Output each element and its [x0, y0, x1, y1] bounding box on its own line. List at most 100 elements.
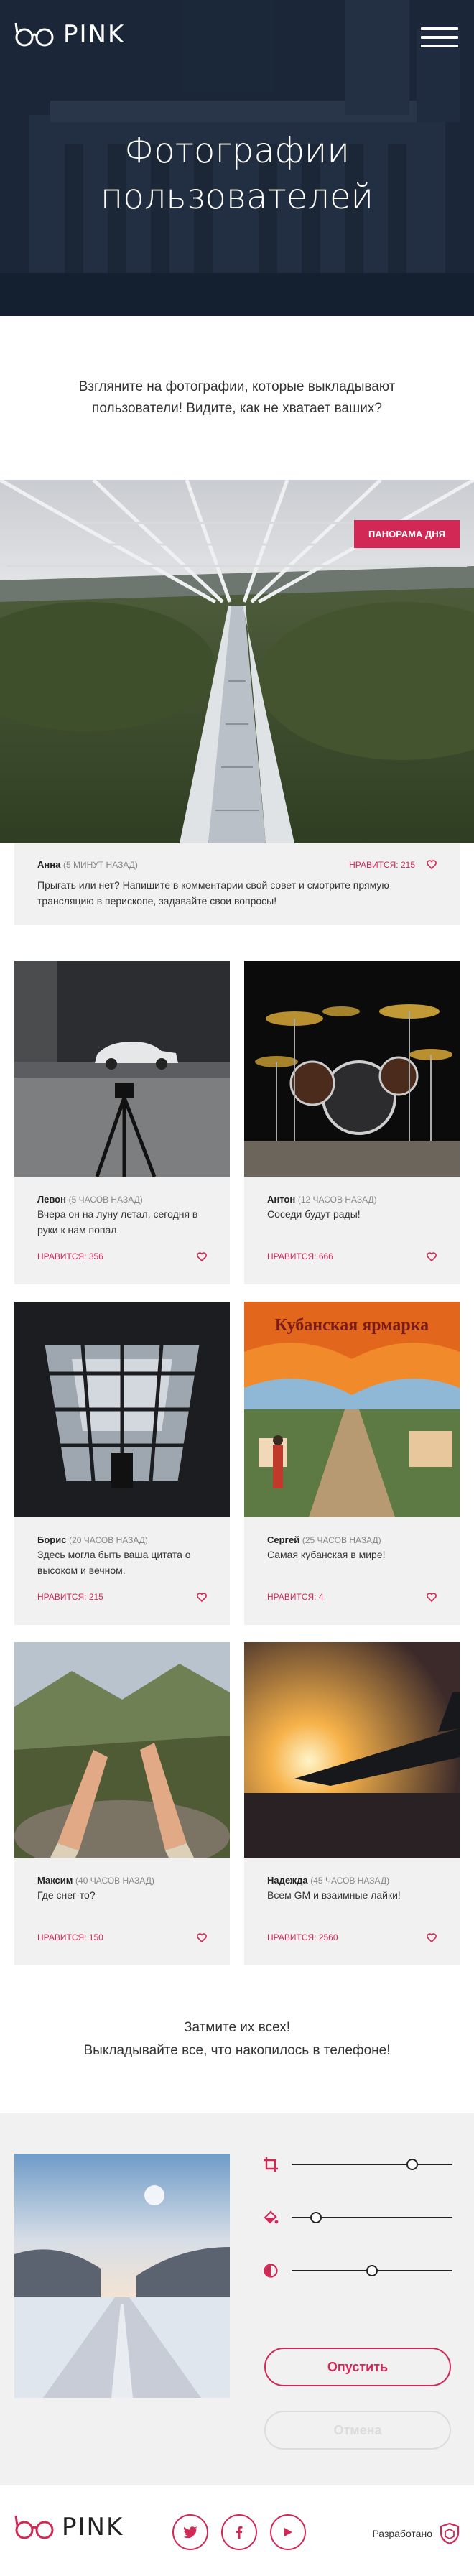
- post-time: (40 часов назад): [75, 1876, 154, 1886]
- post-text: Всем GM и взаимные лайки!: [267, 1889, 401, 1901]
- paint-bucket-icon: [264, 2210, 279, 2224]
- heart-icon[interactable]: [427, 1592, 437, 1602]
- publish-button[interactable]: Опустить: [264, 2348, 451, 2386]
- market-sign-text: Кубанская ярмарка: [275, 1316, 429, 1335]
- fill-slider-track[interactable]: [292, 2212, 452, 2223]
- heart-icon: [427, 860, 437, 869]
- author-name[interactable]: Надежда: [267, 1875, 308, 1886]
- heart-icon[interactable]: [427, 1932, 437, 1942]
- contrast-slider-handle[interactable]: [366, 2265, 378, 2276]
- menu-toggle-button[interactable]: [421, 27, 458, 50]
- likes-count: Нравится: 4: [267, 1592, 324, 1602]
- author-name[interactable]: Борис: [37, 1534, 66, 1545]
- glasses-logo-icon: [14, 2515, 54, 2539]
- like-button[interactable]: Нравится: 215: [349, 860, 437, 870]
- post-time: (25 часов назад): [302, 1535, 381, 1545]
- developer-shield-icon: [440, 2523, 460, 2544]
- page-header: PINK Фотографии пользователей: [0, 0, 474, 316]
- photo-card-header: Максим (40 часов назад): [37, 1875, 207, 1886]
- likes-count: Нравится: 2560: [267, 1932, 338, 1942]
- cancel-button[interactable]: Отмена: [264, 2411, 451, 2450]
- developed-by-label: Разработано: [372, 2528, 432, 2539]
- heart-icon[interactable]: [197, 1932, 207, 1942]
- panorama-photo[interactable]: Панорама дня: [0, 480, 474, 843]
- footer-logo[interactable]: PINK: [14, 2513, 124, 2542]
- panorama-info-header: Анна (5 минут назад) Нравится: 215: [37, 859, 437, 870]
- crop-control: [263, 2154, 452, 2175]
- photo-card-image[interactable]: [14, 961, 230, 1177]
- facebook-link[interactable]: [221, 2514, 257, 2550]
- post-text: Прыгать или нет? Напишите в комментарии …: [37, 879, 389, 907]
- burger-line: [421, 45, 458, 47]
- post-time: (5 минут назад): [62, 860, 138, 870]
- likes-count: Нравится: 215: [349, 859, 415, 870]
- intro-section: Взгляните на фотографии, которые выклады…: [0, 316, 474, 480]
- author-name[interactable]: Максим: [37, 1875, 73, 1886]
- heart-icon[interactable]: [427, 1251, 437, 1261]
- post-time: (5 часов назад): [68, 1195, 143, 1205]
- post-text: Где снег-то?: [37, 1889, 96, 1901]
- post-text: Самая кубанская в мире!: [267, 1549, 386, 1560]
- post-text: Вчера он на луну летал, сегодня в руки к…: [37, 1208, 198, 1236]
- burger-line: [421, 27, 458, 30]
- photo-card-footer: Нравится: 2560: [267, 1932, 437, 1942]
- heart-icon[interactable]: [197, 1592, 207, 1602]
- author-name[interactable]: Сергей: [267, 1534, 299, 1545]
- page-footer: PINK Разработано: [0, 2485, 474, 2575]
- burger-line: [421, 36, 458, 39]
- facebook-icon: [236, 2526, 243, 2539]
- photo-card-image[interactable]: [244, 1642, 460, 1858]
- photo-drum-kit: [244, 961, 460, 1177]
- panorama-section: Панорама дня Анна (5 минут назад) Нравит…: [0, 480, 474, 925]
- author-name[interactable]: Антон: [267, 1194, 295, 1205]
- contrast-slider-track[interactable]: [292, 2265, 452, 2276]
- photo-card-image[interactable]: Кубанская ярмарка: [244, 1302, 460, 1517]
- photo-card-footer: Нравится: 4: [267, 1592, 437, 1602]
- photo-airplane-wing-sunset: [244, 1642, 460, 1858]
- page-title-line-1: Фотографии: [124, 131, 350, 171]
- panorama-info: Анна (5 минут назад) Нравится: 215 Прыга…: [14, 843, 460, 925]
- call-to-action: Затмите их всех! Выкладывайте все, что н…: [0, 1965, 474, 2113]
- photo-card: Максим (40 часов назад) Где снег-то? Нра…: [14, 1642, 230, 1965]
- logo-text: PINK: [62, 2513, 124, 2542]
- logo-text: PINK: [63, 20, 126, 49]
- photo-card-image[interactable]: [14, 1302, 230, 1517]
- author-name[interactable]: Анна: [37, 859, 60, 870]
- photo-card: Кубанская ярмарка Сергей (25 часов назад…: [244, 1302, 460, 1625]
- panorama-author-block: Анна (5 минут назад): [37, 859, 138, 870]
- twitter-link[interactable]: [172, 2514, 208, 2550]
- photo-card-body: Левон (5 часов назад) Вчера он на луну л…: [14, 1177, 230, 1238]
- photo-mountain-legs: [14, 1642, 230, 1858]
- call-to-action-line-2: Выкладывайте все, что накопилось в телеф…: [83, 2043, 391, 2058]
- photo-card-header: Антон (12 часов назад): [267, 1194, 437, 1205]
- fill-control: [263, 2207, 452, 2228]
- likes-count: Нравится: 215: [37, 1592, 103, 1602]
- page-title: Фотографии пользователей: [0, 128, 474, 220]
- heart-icon[interactable]: [197, 1251, 207, 1261]
- photo-card-image[interactable]: [244, 961, 460, 1177]
- play-icon: [284, 2528, 292, 2536]
- post-text: Соседи будут рады!: [267, 1208, 361, 1220]
- photo-card-image[interactable]: [14, 1642, 230, 1858]
- social-links: [172, 2514, 306, 2550]
- photo-market: Кубанская ярмарка: [244, 1302, 460, 1517]
- likes-count: Нравится: 356: [37, 1251, 103, 1261]
- author-name[interactable]: Левон: [37, 1194, 66, 1205]
- contrast-control: [263, 2260, 452, 2281]
- header-logo[interactable]: PINK: [14, 20, 125, 49]
- photo-card-footer: Нравится: 150: [37, 1932, 207, 1942]
- photo-card-body: Сергей (25 часов назад) Самая кубанская …: [244, 1517, 460, 1562]
- photo-card-body: Максим (40 часов назад) Где снег-то?: [14, 1858, 230, 1903]
- photo-card: Левон (5 часов назад) Вчера он на луну л…: [14, 961, 230, 1284]
- youtube-link[interactable]: [270, 2514, 306, 2550]
- photo-card-body: Надежда (45 часов назад) Всем GM и взаим…: [244, 1858, 460, 1903]
- likes-count: Нравится: 666: [267, 1251, 333, 1261]
- developed-by[interactable]: Разработано: [372, 2523, 460, 2544]
- crop-slider-track[interactable]: [292, 2159, 452, 2170]
- photo-card-header: Надежда (45 часов назад): [267, 1875, 437, 1886]
- post-time: (20 часов назад): [69, 1535, 148, 1545]
- crop-slider-handle[interactable]: [406, 2159, 418, 2170]
- fill-slider-handle[interactable]: [310, 2212, 322, 2223]
- page-title-line-2: пользователей: [100, 177, 374, 217]
- panorama-of-the-day-badge[interactable]: Панорама дня: [354, 520, 460, 548]
